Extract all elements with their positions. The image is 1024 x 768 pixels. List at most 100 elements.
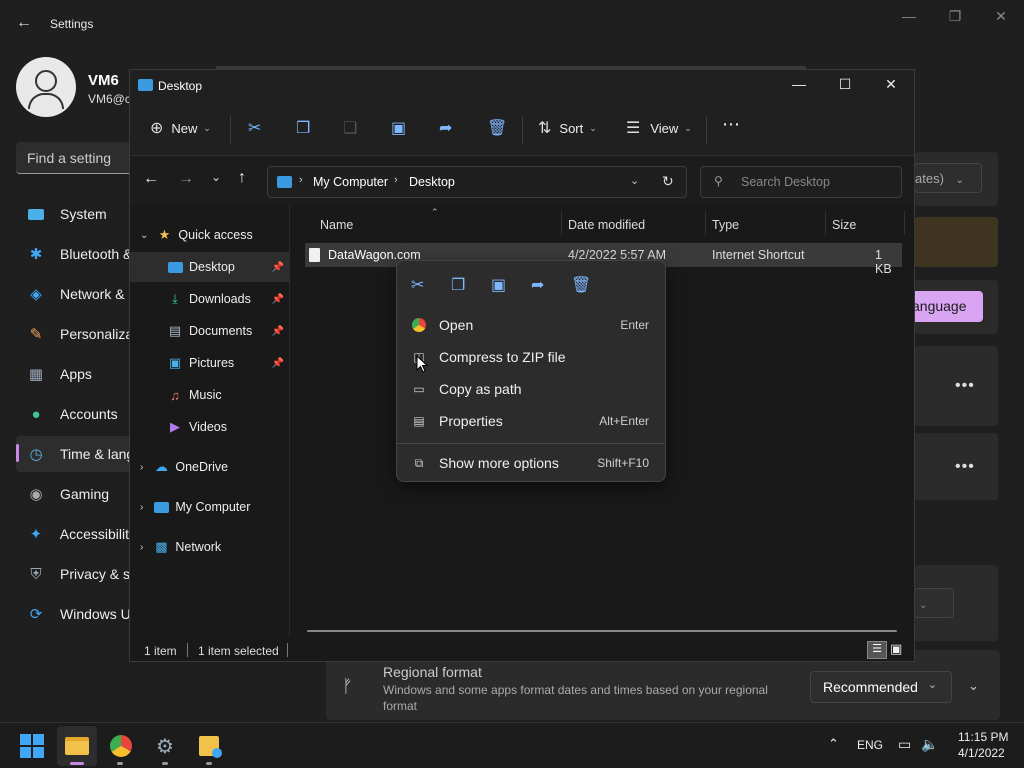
network-tray-icon[interactable]: ▭ xyxy=(898,736,911,753)
copy-icon[interactable]: ❐ xyxy=(296,118,310,138)
nav-item-privacy[interactable]: ⛨ Privacy & s xyxy=(16,556,136,592)
minimize-icon[interactable]: — xyxy=(776,76,822,92)
pin-icon[interactable]: 📌 xyxy=(272,294,284,305)
expanded-chevron-icon[interactable]: ⌄ xyxy=(140,230,148,241)
copy-icon[interactable]: ❐ xyxy=(451,275,465,295)
column-header-name[interactable]: Name xyxy=(320,218,353,232)
context-menu-label: Compress to ZIP file xyxy=(439,349,566,365)
context-menu-show-more[interactable]: ⧉ Show more options Shift+F10 xyxy=(397,447,665,479)
nav-item-system[interactable]: System xyxy=(16,196,136,232)
clock-time[interactable]: 11:15 PM xyxy=(958,730,1008,744)
more-icon[interactable]: ••• xyxy=(955,458,975,476)
nav-item-personalization[interactable]: ✎ Personaliza xyxy=(16,316,136,352)
nav-item-accessibility[interactable]: ✦ Accessibility xyxy=(16,516,136,552)
pin-icon[interactable]: 📌 xyxy=(272,262,284,273)
chrome-taskbar-icon[interactable] xyxy=(106,731,136,761)
maximize-icon[interactable]: ❐ xyxy=(932,8,978,25)
nav-item-accounts[interactable]: ● Accounts xyxy=(16,396,136,432)
format-dropdown[interactable]: ⌄ xyxy=(914,588,954,618)
start-button[interactable] xyxy=(17,731,47,761)
refresh-icon[interactable]: ↻ xyxy=(662,173,674,190)
more-options-icon[interactable]: ⋯ xyxy=(722,114,740,135)
settings-gear-taskbar-icon[interactable]: ⚙ xyxy=(150,731,180,761)
context-menu-compress[interactable]: ◫ Compress to ZIP file xyxy=(397,341,665,373)
nav-music[interactable]: ♫ Music xyxy=(130,380,290,410)
nav-pictures[interactable]: ▣ Pictures 📌 xyxy=(130,348,290,378)
back-arrow-icon[interactable]: ← xyxy=(16,14,32,32)
expand-chevron-icon[interactable]: ⌄ xyxy=(968,678,979,694)
minimize-icon[interactable]: — xyxy=(886,8,932,24)
close-icon[interactable]: ✕ xyxy=(868,76,914,93)
collapsed-chevron-icon[interactable]: › xyxy=(140,542,143,553)
sort-button[interactable]: ⇅ Sort ⌄ xyxy=(538,118,597,138)
recent-locations-icon[interactable]: ⌄ xyxy=(211,170,221,184)
cut-icon[interactable]: ✂ xyxy=(411,275,424,295)
maximize-icon[interactable]: ☐ xyxy=(822,76,868,93)
show-hidden-icons-icon[interactable]: ⌃ xyxy=(828,736,839,752)
explorer-titlebar[interactable]: Desktop — ☐ ✕ xyxy=(130,70,914,104)
paste-icon[interactable]: ❏ xyxy=(343,118,357,138)
nav-videos[interactable]: ▶ Videos xyxy=(130,412,290,442)
address-history-chevron-icon[interactable]: ⌄ xyxy=(630,174,639,187)
input-language[interactable]: ENG xyxy=(857,738,883,752)
back-arrow-icon[interactable]: ← xyxy=(143,170,159,188)
share-icon[interactable]: ➦ xyxy=(439,118,452,138)
nav-item-bluetooth[interactable]: ✱ Bluetooth & xyxy=(16,236,136,272)
collapsed-chevron-icon[interactable]: › xyxy=(140,502,143,513)
forward-arrow-icon[interactable]: → xyxy=(178,170,194,188)
add-language-button[interactable]: anguage xyxy=(910,291,983,322)
view-button[interactable]: ☰ View ⌄ xyxy=(626,118,692,138)
up-arrow-icon[interactable]: ↑ xyxy=(238,169,246,187)
collapsed-chevron-icon[interactable]: › xyxy=(140,462,143,473)
nav-item-time-language[interactable]: ◷ Time & lang xyxy=(16,436,136,472)
volume-icon[interactable]: 🔈 xyxy=(921,736,938,753)
more-icon[interactable]: ••• xyxy=(955,377,975,395)
context-menu-open[interactable]: Open Enter xyxy=(397,309,665,341)
close-icon[interactable]: ✕ xyxy=(978,8,1024,25)
context-menu-properties[interactable]: ▤ Properties Alt+Enter xyxy=(397,405,665,437)
pin-icon[interactable]: 📌 xyxy=(272,358,284,369)
share-icon[interactable]: ➦ xyxy=(531,275,544,295)
horizontal-scrollbar[interactable] xyxy=(307,630,897,632)
column-header-date[interactable]: Date modified xyxy=(568,218,645,232)
region-card-description: Windows and some apps format dates and t… xyxy=(383,683,768,713)
updates-dropdown[interactable]: ates) ⌄ xyxy=(914,163,982,193)
breadcrumb-desktop[interactable]: Desktop xyxy=(409,175,455,189)
nav-onedrive[interactable]: › ☁ OneDrive xyxy=(130,452,290,482)
breadcrumb-my-computer[interactable]: My Computer xyxy=(313,175,388,189)
nav-documents[interactable]: ▤ Documents 📌 xyxy=(130,316,290,346)
rename-icon[interactable]: ▣ xyxy=(491,275,506,295)
column-divider[interactable] xyxy=(825,211,826,235)
column-divider[interactable] xyxy=(705,211,706,235)
nav-pane-label: Desktop xyxy=(189,260,235,274)
delete-icon[interactable]: 🗑 xyxy=(487,118,507,138)
clock-date[interactable]: 4/1/2022 xyxy=(958,746,1005,760)
column-header-type[interactable]: Type xyxy=(712,218,739,232)
nav-desktop[interactable]: Desktop 📌 xyxy=(130,252,290,282)
find-setting-input[interactable]: Find a setting xyxy=(16,142,136,174)
nav-item-network[interactable]: ◈ Network & xyxy=(16,276,136,312)
file-explorer-taskbar-icon[interactable] xyxy=(62,731,92,761)
nav-item-gaming[interactable]: ◉ Gaming xyxy=(16,476,136,512)
new-button[interactable]: ⊕ New ⌄ xyxy=(150,118,211,138)
nav-network[interactable]: › ▩ Network xyxy=(130,532,290,562)
details-view-icon[interactable]: ☰ xyxy=(867,641,887,659)
column-header-size[interactable]: Size xyxy=(832,218,856,232)
pin-icon[interactable]: 📌 xyxy=(272,326,284,337)
nav-quick-access[interactable]: ⌄ ★ Quick access xyxy=(130,220,290,250)
file-manager-taskbar-icon[interactable] xyxy=(194,731,224,761)
explorer-search-input[interactable]: ⚲ Search Desktop xyxy=(700,166,902,198)
region-format-dropdown[interactable]: Recommended ⌄ xyxy=(810,671,952,703)
address-bar[interactable]: › My Computer › Desktop ⌄ ↻ xyxy=(267,166,687,198)
column-divider[interactable] xyxy=(904,211,905,235)
delete-icon[interactable]: 🗑 xyxy=(571,275,591,295)
nav-item-windows-update[interactable]: ⟳ Windows U xyxy=(16,596,136,632)
nav-downloads[interactable]: ⤓ Downloads 📌 xyxy=(130,284,290,314)
context-menu-copy-path[interactable]: ▭ Copy as path xyxy=(397,373,665,405)
cut-icon[interactable]: ✂ xyxy=(248,118,261,138)
nav-item-apps[interactable]: ▦ Apps xyxy=(16,356,136,392)
rename-icon[interactable]: ▣ xyxy=(391,118,406,138)
tiles-view-icon[interactable]: ▣ xyxy=(890,641,908,659)
column-divider[interactable] xyxy=(561,211,562,235)
nav-my-computer[interactable]: › My Computer xyxy=(130,492,290,522)
